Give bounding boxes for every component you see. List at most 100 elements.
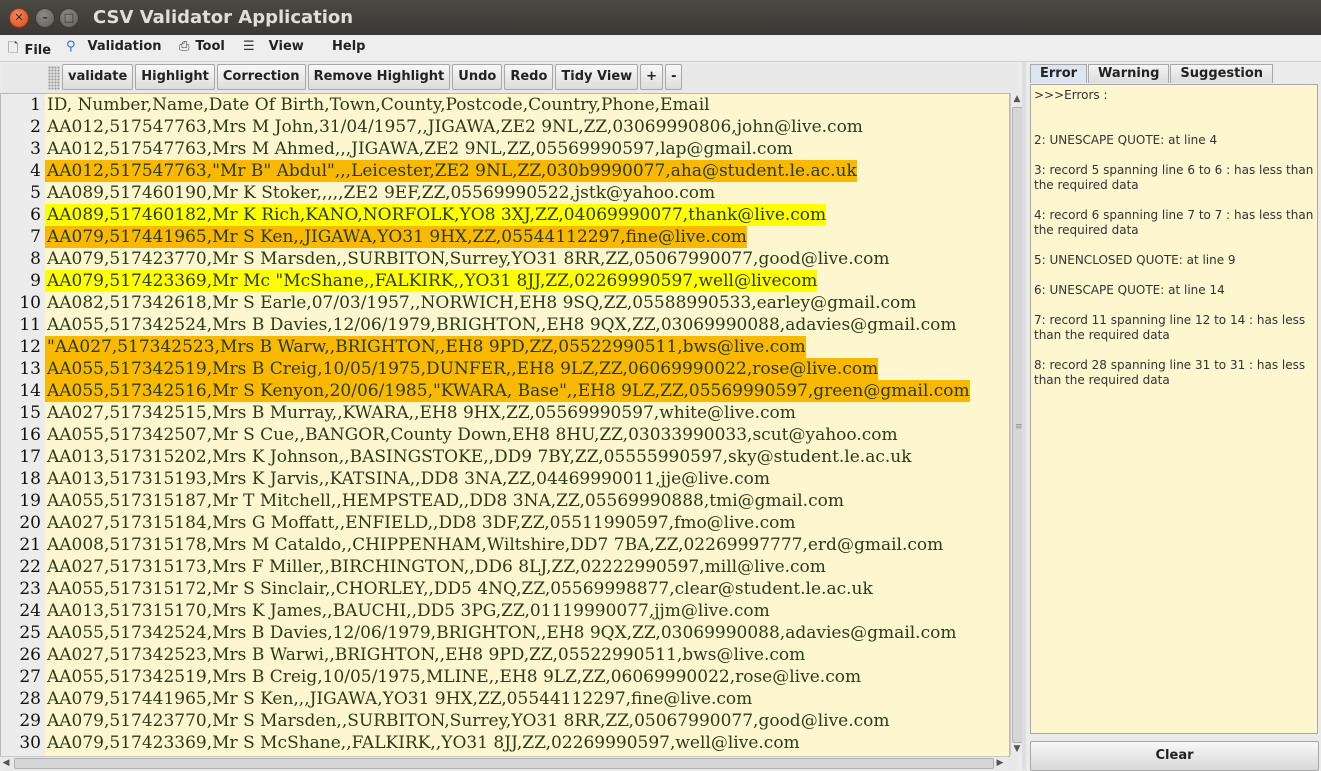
zoom-out-button[interactable]: - [665, 64, 683, 90]
editor-line[interactable]: 13 AA055,517342519,Mrs B Creig,10/05/1975… [1, 358, 1009, 380]
window-close-button[interactable]: ✕ [9, 8, 29, 28]
error-output-pane[interactable]: >>>Errors : 2: UNESCAPE QUOTE: at line 4… [1030, 84, 1318, 734]
line-text: AA055,517342519,Mrs B Creig,10/05/1975,D… [45, 358, 879, 380]
line-number: 7 [1, 226, 45, 248]
editor-line[interactable]: 14 AA055,517342516,Mr S Kenyon,20/06/1985… [1, 380, 1009, 402]
line-number: 15 [1, 402, 45, 424]
line-text: AA012,517547763,"Mr B" Abdul",,,Leiceste… [45, 160, 857, 182]
editor-toolbar: validate Highlight Correction Remove Hig… [62, 64, 683, 92]
editor-line[interactable]: 2 AA012,517547763,Mrs M John,31/04/1957,,… [1, 116, 1009, 138]
validate-button[interactable]: validate [62, 64, 134, 90]
menu-view[interactable]: ☰ View [243, 39, 304, 54]
editor-line[interactable]: 23 AA055,517315172,Mr S Sinclair,,CHORLEY… [1, 578, 1009, 600]
editor-line[interactable]: 21 AA008,517315178,Mrs M Cataldo,,CHIPPEN… [1, 534, 1009, 556]
editor-line[interactable]: 29 AA079,517423770,Mr S Marsden,,SURBITON… [1, 710, 1009, 732]
editor-line[interactable]: 28 AA079,517441965,Mr S Ken,,,JIGAWA,YO31… [1, 688, 1009, 710]
editor-line[interactable]: 4 AA012,517547763,"Mr B" Abdul",,,Leicest… [1, 160, 1009, 182]
tab-suggestion[interactable]: Suggestion [1170, 64, 1274, 83]
editor-line[interactable]: 25 AA055,517342524,Mrs B Davies,12/06/197… [1, 622, 1009, 644]
editor-line[interactable]: 3 AA012,517547763,Mrs M Ahmed,,,JIGAWA,ZE… [1, 138, 1009, 160]
csv-text-area[interactable]: 1 ID, Number,Name,Date Of Birth,Town,Coun… [0, 93, 1010, 757]
line-number: 28 [1, 688, 45, 710]
line-number: 9 [1, 270, 45, 292]
menu-validation[interactable]: ⚲ Validation [66, 39, 162, 54]
editor-line[interactable]: 20 AA027,517315184,Mrs G Moffatt,,ENFIELD… [1, 512, 1009, 534]
toolbar-grip-handle[interactable] [48, 66, 60, 90]
tab-error[interactable]: Error [1030, 64, 1088, 83]
error-message: 8: record 28 spanning line 31 to 31 : ha… [1034, 358, 1306, 387]
window-minimize-button[interactable]: – [35, 8, 55, 28]
editor-line[interactable]: 24 AA013,517315170,Mrs K James,,BAUCHI,,D… [1, 600, 1009, 622]
tidy-view-button[interactable]: Tidy View [555, 64, 639, 90]
clear-button[interactable]: Clear [1030, 741, 1319, 771]
line-number: 14 [1, 380, 45, 402]
menu-bar: 🗋 File ⚲ Validation ⎙ Tool ☰ View Help [0, 35, 1321, 62]
editor-line[interactable]: 18 AA013,517315193,Mrs K Jarvis,,KATSINA,… [1, 468, 1009, 490]
line-text: AA079,517423369,Mr S McShane,,FALKIRK,,Y… [47, 733, 800, 753]
editor-line[interactable]: 27 AA055,517342519,Mrs B Creig,10/05/1975… [1, 666, 1009, 688]
line-number: 22 [1, 556, 45, 578]
editor-line[interactable]: 16 AA055,517342507,Mr S Cue,,BANGOR,Count… [1, 424, 1009, 446]
editor-line[interactable]: 22 AA027,517315173,Mrs F Miller,,BIRCHING… [1, 556, 1009, 578]
remove-highlight-button[interactable]: Remove Highlight [307, 64, 451, 90]
editor-line[interactable]: 19 AA055,517315187,Mr T Mitchell,,HEMPSTE… [1, 490, 1009, 512]
window-title: CSV Validator Application [93, 7, 354, 28]
split-pane-divider[interactable] [1022, 62, 1026, 770]
line-text: AA055,517342507,Mr S Cue,,BANGOR,County … [47, 425, 898, 445]
editor-line[interactable]: 11 AA055,517342524,Mrs B Davies,12/06/197… [1, 314, 1009, 336]
line-text: AA082,517342618,Mr S Earle,07/03/1957,,N… [47, 293, 917, 313]
menu-file[interactable]: 🗋 File [8, 39, 51, 61]
redo-button[interactable]: Redo [504, 64, 554, 90]
error-list: 2: UNESCAPE QUOTE: at line 4 3: record 5 … [1034, 133, 1314, 403]
scroll-left-icon[interactable]: ◀ [0, 757, 12, 769]
line-number: 29 [1, 710, 45, 732]
line-number: 10 [1, 292, 45, 314]
editor-line[interactable]: 1 ID, Number,Name,Date Of Birth,Town,Coun… [1, 94, 1009, 116]
menu-tool[interactable]: ⎙ Tool [179, 39, 225, 54]
editor-line[interactable]: 12 "AA027,517342523,Mrs B Warw,,BRIGHTON,… [1, 336, 1009, 358]
tab-warning[interactable]: Warning [1088, 64, 1170, 83]
editor-lines: 1 ID, Number,Name,Date Of Birth,Town,Coun… [1, 94, 1009, 754]
line-number: 6 [1, 204, 45, 226]
line-number: 5 [1, 182, 45, 204]
zoom-in-button[interactable]: + [640, 64, 664, 90]
line-text: AA008,517315178,Mrs M Cataldo,,CHIPPENHA… [47, 535, 944, 555]
title-bar: ✕ – □ CSV Validator Application [0, 0, 1321, 35]
line-number: 13 [1, 358, 45, 380]
undo-button[interactable]: Undo [452, 64, 503, 90]
menu-help-label: Help [332, 39, 366, 54]
menu-view-label: View [268, 39, 304, 54]
editor-horizontal-scrollbar[interactable]: ◀ ▶ [0, 756, 1008, 769]
editor-line[interactable]: 6 AA089,517460182,Mr K Rich,KANO,NORFOLK,… [1, 204, 1009, 226]
close-icon: ✕ [14, 11, 24, 24]
pin-icon: ⚲ [66, 39, 76, 54]
line-number: 19 [1, 490, 45, 512]
error-message: 4: record 6 spanning line 7 to 7 : has l… [1034, 208, 1314, 237]
menu-help[interactable]: Help [332, 39, 365, 54]
editor-line[interactable]: 26 AA027,517342523,Mrs B Warwi,,BRIGHTON,… [1, 644, 1009, 666]
editor-line[interactable]: 30 AA079,517423369,Mr S McShane,,FALKIRK,… [1, 732, 1009, 754]
editor-line[interactable]: 15 AA027,517342515,Mrs B Murray,,KWARA,,E… [1, 402, 1009, 424]
list-icon: ☰ [243, 39, 255, 54]
editor-line[interactable]: 5 AA089,517460190,Mr K Stoker,,,,,ZE2 9EF… [1, 182, 1009, 204]
line-text: AA055,517342519,Mrs B Creig,10/05/1975,M… [47, 667, 862, 687]
editor-line[interactable]: 8 AA079,517423770,Mr S Marsden,,SURBITON,… [1, 248, 1009, 270]
editor-line[interactable]: 7 AA079,517441965,Mr S Ken,,JIGAWA,YO31 9… [1, 226, 1009, 248]
horizontal-scroll-thumb[interactable] [14, 758, 994, 769]
highlight-button[interactable]: Highlight [135, 64, 215, 90]
maximize-icon: □ [63, 11, 75, 24]
line-number: 4 [1, 160, 45, 182]
editor-line[interactable]: 9 AA079,517423369,Mr Mc "McShane,,FALKIRK… [1, 270, 1009, 292]
line-number: 20 [1, 512, 45, 534]
menu-validation-label: Validation [87, 39, 162, 54]
line-number: 26 [1, 644, 45, 666]
editor-line[interactable]: 10 AA082,517342618,Mr S Earle,07/03/1957,… [1, 292, 1009, 314]
window-maximize-button[interactable]: □ [59, 8, 79, 28]
line-text: AA027,517342523,Mrs B Warwi,,BRIGHTON,,E… [47, 645, 806, 665]
correction-button[interactable]: Correction [216, 64, 306, 90]
scroll-right-icon[interactable]: ▶ [994, 757, 1006, 769]
error-message: 3: record 5 spanning line 6 to 6 : has l… [1034, 163, 1314, 192]
line-text: AA079,517423770,Mr S Marsden,,SURBITON,S… [47, 711, 890, 731]
error-message: 6: UNESCAPE QUOTE: at line 14 [1034, 283, 1225, 297]
editor-line[interactable]: 17 AA013,517315202,Mrs K Johnson,,BASINGS… [1, 446, 1009, 468]
